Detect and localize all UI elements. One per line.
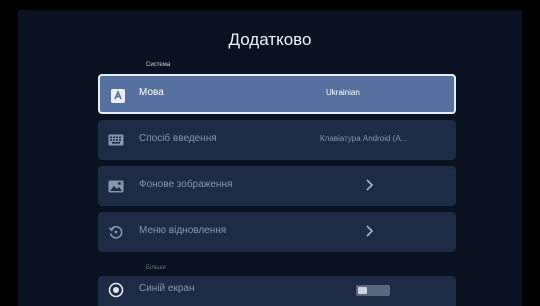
- language-row[interactable]: Мова Ukrainian: [98, 74, 456, 114]
- blue-screen-icon: [107, 281, 125, 299]
- section-header-system: Система: [146, 62, 171, 68]
- recovery-icon: [107, 223, 125, 241]
- recovery-menu-row[interactable]: Меню відновлення: [98, 212, 456, 252]
- language-icon: [109, 87, 127, 105]
- chevron-right-icon: [365, 178, 374, 196]
- wallpaper-label: Фонове зображення: [139, 179, 233, 190]
- keyboard-icon: [107, 131, 125, 149]
- wallpaper-row[interactable]: Фонове зображення: [98, 166, 456, 206]
- input-method-row[interactable]: Спосіб введення Клавіатура Android (A...: [98, 120, 456, 160]
- input-method-label: Спосіб введення: [139, 133, 217, 144]
- chevron-right-icon: [365, 224, 374, 242]
- input-method-value: Клавіатура Android (A...: [320, 134, 408, 143]
- language-label: Мова: [139, 87, 164, 98]
- blue-screen-label: Синій екран: [139, 283, 195, 294]
- wallpaper-icon: [107, 177, 125, 195]
- blue-screen-toggle[interactable]: [356, 285, 390, 296]
- toggle-knob: [358, 287, 367, 294]
- page-title: Додатково: [228, 30, 312, 49]
- blue-screen-row[interactable]: Синій екран: [98, 276, 456, 306]
- recovery-menu-label: Меню відновлення: [139, 225, 227, 236]
- settings-screen: Додатково Система Мова Ukrainian Спосіб …: [18, 10, 522, 306]
- section-header-more: Більше: [146, 265, 167, 271]
- language-value: Ukrainian: [326, 88, 360, 97]
